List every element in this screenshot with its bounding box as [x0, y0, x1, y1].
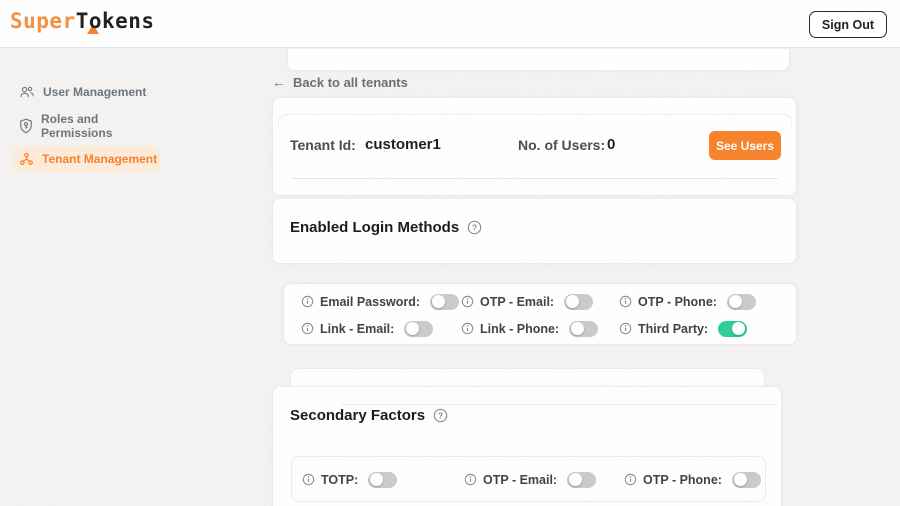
back-link-label: Back to all tenants: [293, 75, 408, 90]
toggle-switch[interactable]: [569, 321, 598, 337]
svg-text:?: ?: [438, 411, 443, 421]
toggle-switch[interactable]: [430, 294, 459, 310]
toggle-label: OTP - Email:: [483, 473, 557, 487]
secondary-factor-toggle-row: TOTP:: [302, 466, 464, 493]
see-users-button[interactable]: See Users: [709, 131, 781, 160]
tenant-id-label: Tenant Id:: [290, 137, 356, 153]
toggle-label: Link - Phone:: [480, 322, 559, 336]
sitemap-icon: [19, 152, 34, 166]
sidebar-item-user-management[interactable]: User Management: [13, 79, 160, 105]
secondary-factor-toggle-row: OTP - Phone:: [624, 466, 765, 493]
logo-text-super: Super: [10, 9, 76, 33]
sidebar: User Management Roles and Permissions Te…: [0, 48, 260, 506]
svg-text:?: ?: [472, 223, 477, 233]
sidebar-item-roles-permissions[interactable]: Roles and Permissions: [13, 113, 160, 139]
help-circle-icon[interactable]: ?: [433, 408, 448, 423]
toggle-label: TOTP:: [321, 473, 358, 487]
login-methods-title: Enabled Login Methods: [290, 219, 459, 236]
secondary-factors-heading: Secondary Factors ?: [290, 407, 448, 424]
info-icon[interactable]: [624, 473, 637, 486]
login-method-toggle-row: OTP - Email:: [461, 288, 619, 315]
toggle-switch[interactable]: [404, 321, 433, 337]
toggle-label: Third Party:: [638, 322, 708, 336]
scrolled-card-remnant: [287, 49, 790, 71]
toggle-label: Link - Email:: [320, 322, 394, 336]
toggle-label: Email Password:: [320, 295, 420, 309]
info-icon[interactable]: [301, 322, 314, 335]
toggle-switch[interactable]: [567, 472, 596, 488]
info-icon[interactable]: [461, 322, 474, 335]
info-icon[interactable]: [619, 295, 632, 308]
toggle-switch[interactable]: [732, 472, 761, 488]
info-icon[interactable]: [464, 473, 477, 486]
info-icon[interactable]: [461, 295, 474, 308]
secondary-factors-title: Secondary Factors: [290, 407, 425, 424]
sidebar-item-label: Tenant Management: [42, 152, 157, 166]
login-method-toggle-row: Link - Phone:: [461, 315, 619, 342]
shield-key-icon: [19, 118, 33, 134]
login-methods-card: Enabled Login Methods ?: [272, 198, 797, 264]
login-method-toggle-row: Email Password:: [301, 288, 461, 315]
login-method-toggle-row: Third Party:: [619, 315, 796, 342]
secondary-toggles-grid: TOTP: OTP - Email: OTP - Phone:: [292, 457, 765, 493]
sidebar-item-label: Roles and Permissions: [41, 112, 160, 140]
users-icon: [19, 85, 35, 99]
divider: [341, 404, 778, 405]
back-to-all-tenants-link[interactable]: ← Back to all tenants: [272, 74, 408, 90]
tenant-id-value: customer1: [365, 136, 441, 153]
login-method-toggles-card: Email Password: OTP - Email: OTP - Phone…: [283, 283, 797, 345]
secondary-factor-toggle-row: OTP - Email:: [464, 466, 624, 493]
login-method-toggles-grid: Email Password: OTP - Email: OTP - Phone…: [284, 284, 796, 342]
login-method-toggle-row: OTP - Phone:: [619, 288, 796, 315]
main-content: ← Back to all tenants Tenant Id: custome…: [272, 48, 797, 506]
logo-text-tokens: Tokens: [76, 9, 155, 33]
info-icon[interactable]: [301, 295, 314, 308]
toggle-switch[interactable]: [564, 294, 593, 310]
divider: [291, 178, 778, 179]
info-icon[interactable]: [619, 322, 632, 335]
secondary-factors-card: Secondary Factors ? TOTP:: [272, 386, 782, 506]
sidebar-item-label: User Management: [43, 85, 146, 99]
tenant-info-row: Tenant Id: customer1 No. of Users: 0 See…: [273, 131, 796, 161]
card-seam: [278, 114, 792, 126]
info-icon[interactable]: [302, 473, 315, 486]
top-navbar: SuperTokens Sign Out: [0, 0, 900, 48]
supertokens-logo: SuperTokens: [10, 9, 155, 33]
sidebar-item-tenant-management[interactable]: Tenant Management: [13, 146, 160, 172]
toggle-label: OTP - Phone:: [643, 473, 722, 487]
login-methods-heading: Enabled Login Methods ?: [290, 219, 482, 236]
toggle-switch[interactable]: [718, 321, 747, 337]
sign-out-button[interactable]: Sign Out: [809, 11, 887, 38]
users-count-value: 0: [607, 136, 615, 153]
secondary-toggles-panel: TOTP: OTP - Email: OTP - Phone:: [291, 456, 766, 502]
arrow-left-icon: ←: [272, 74, 286, 90]
users-count-label: No. of Users:: [518, 137, 605, 153]
toggle-switch[interactable]: [368, 472, 397, 488]
app-window: SuperTokens Sign Out User Management Rol…: [0, 0, 900, 506]
tenant-info-card: Tenant Id: customer1 No. of Users: 0 See…: [272, 97, 797, 196]
toggle-label: OTP - Phone:: [638, 295, 717, 309]
toggle-label: OTP - Email:: [480, 295, 554, 309]
help-circle-icon[interactable]: ?: [467, 220, 482, 235]
toggle-switch[interactable]: [727, 294, 756, 310]
login-method-toggle-row: Link - Email:: [301, 315, 461, 342]
